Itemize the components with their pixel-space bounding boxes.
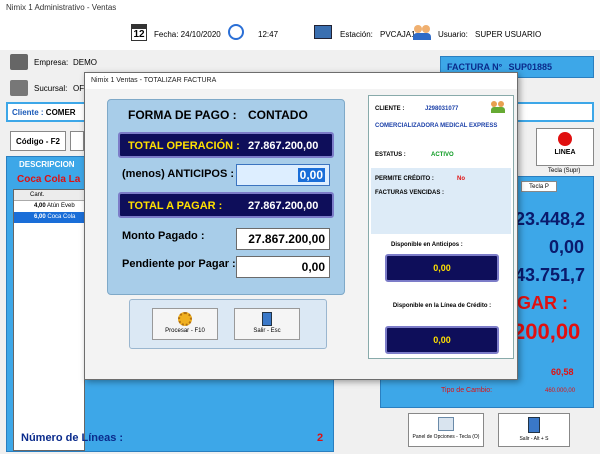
forma-pago-value: CONTADO [248,108,308,122]
sucursal-icon [10,80,28,96]
disp-credito-value: 0,00 [385,326,499,354]
disp-credito-label: Disponible en la Línea de Crédito : [392,303,492,309]
salir-alt-button[interactable]: Salir - Alt + S [498,413,570,447]
anticipos-input[interactable]: 0,00 [236,164,330,186]
descripcion-value: Coca Cola La [17,174,81,185]
salir-button[interactable]: Salir - Esc [234,308,300,340]
total-operacion-value: 27.867.200,00 [248,140,319,152]
empresa-icon [10,54,28,70]
window-title-bar: Nimix 1 Administrativo - Ventas [0,0,600,16]
tipo-cambio-value: 460.000,00 [545,388,576,394]
tecla-p-button[interactable]: Tecla P [521,181,557,192]
factura-label: FACTURA N° [447,62,503,72]
clock-icon [228,24,244,40]
cliente-field: Cliente : COMER [6,102,86,122]
total-value-5: 200,00 [513,319,581,344]
permite-credito-label: PERMITE CRÉDITO : [375,176,434,182]
panel-icon [438,417,454,431]
tecla-supr-text: Tecla (Supr) [548,168,581,174]
disp-anticipos-value: 0,00 [385,254,499,282]
usuario-value: SUPER USUARIO [475,30,542,39]
estatus-value: ACTIVO [431,152,454,158]
facturas-vencidas-label: FACTURAS VENCIDAS : [375,190,445,196]
dialog-title: Nimix 1 Ventas - TOTALIZAR FACTURA [91,77,217,84]
num-lineas-label: Número de Líneas : [21,432,124,444]
pendiente-label: Pendiente por Pagar : [122,258,236,270]
users-icon [491,101,505,113]
window-title: Nimix 1 Administrativo - Ventas [6,3,117,12]
estacion-label: Estación: [340,30,373,39]
cant-header: Cant. [14,190,84,201]
panel-opciones-button[interactable]: Panel de Opciones - Tecla (O) [408,413,484,447]
top-info-bar: 12 Fecha: 24/10/2020 12:47 Estación: PVC… [0,16,600,50]
users-icon [413,24,431,40]
gear-icon [178,312,192,326]
exit-door-icon [528,417,540,433]
items-table[interactable]: Cant. 4,00 Atún Eveb 6,00 Coca Cola [13,189,85,451]
dialog-title-bar: Nimix 1 Ventas - TOTALIZAR FACTURA [85,73,517,89]
descripcion-header: DESCRIPCION [19,160,75,169]
cliente-label: CLIENTE : [375,106,405,112]
total-operacion-label: TOTAL OPERACIÓN : [128,140,240,152]
computer-icon [314,25,332,39]
client-info-panel: CLIENTE : J298031077 COMERCIALIZADORA ME… [368,95,514,359]
calendar-icon: 12 [131,24,147,41]
usuario-label: Usuario: [438,30,468,39]
cliente-nombre: COMERCIALIZADORA MEDICAL EXPRESS [375,123,498,129]
num-lineas-value: 2 [317,432,324,444]
total-pagar-box: TOTAL A PAGAR : 27.867.200,00 [118,192,334,218]
total-value-2: 0,00 [549,237,585,257]
sucursal-label: Sucursal: [34,84,68,93]
credit-info-box: PERMITE CRÉDITO : No FACTURAS VENCIDAS : [371,168,511,234]
tipo-cambio-label: Tipo de Cambio: [441,387,493,394]
cliente-value: COMER [45,108,76,117]
hora-text: 12:47 [258,30,279,39]
linea-button[interactable]: LINEA [536,128,594,166]
permite-credito-value: No [457,176,465,182]
monto-pagado-input[interactable]: 27.867.200,00 [236,228,330,250]
total-value-3: 43.751,7 [515,265,586,285]
disp-anticipos-label: Disponible en Anticipos : [391,242,463,248]
total-pagar-value: 27.867.200,00 [248,200,319,212]
estacion-value: PVCAJA1 [380,30,416,39]
total-pagar-label: TOTAL A PAGAR : [128,200,223,212]
procesar-button[interactable]: Procesar - F10 [152,308,218,340]
pendiente-input: 0,00 [236,256,330,278]
delete-icon [558,132,572,146]
fecha-text: Fecha: 24/10/2020 [154,30,221,39]
cliente-rif: J298031077 [425,106,459,112]
estatus-label: ESTATUS : [375,152,406,158]
exit-door-icon [262,312,272,326]
forma-pago-label: FORMA DE PAGO : [128,108,237,122]
total-operacion-box: TOTAL OPERACIÓN : 27.867.200,00 [118,132,334,158]
codigo-button[interactable]: Código - F2 [10,131,66,151]
anticipos-label: (menos) ANTICIPOS : [122,168,235,180]
monto-pagado-label: Monto Pagado : [122,230,205,242]
table-row[interactable]: 6,00 Coca Cola [14,212,84,223]
table-row[interactable]: 4,00 Atún Eveb [14,201,84,212]
factura-value: SUP01885 [508,62,553,72]
total-label-4: GAR : [517,293,568,313]
payment-panel: FORMA DE PAGO : CONTADO TOTAL OPERACIÓN … [107,99,345,295]
empresa-value: DEMO [73,58,97,67]
total-value-1: 23.448,2 [515,209,586,229]
totalizar-factura-dialog: Nimix 1 Ventas - TOTALIZAR FACTURA FORMA… [84,72,518,380]
empresa-label: Empresa: [34,58,69,67]
dialog-actions: Procesar - F10 Salir - Esc [129,299,327,349]
codigo-input[interactable] [70,131,84,151]
total-value-6: 60,58 [551,367,574,377]
cliente-label: Cliente : [12,108,44,117]
